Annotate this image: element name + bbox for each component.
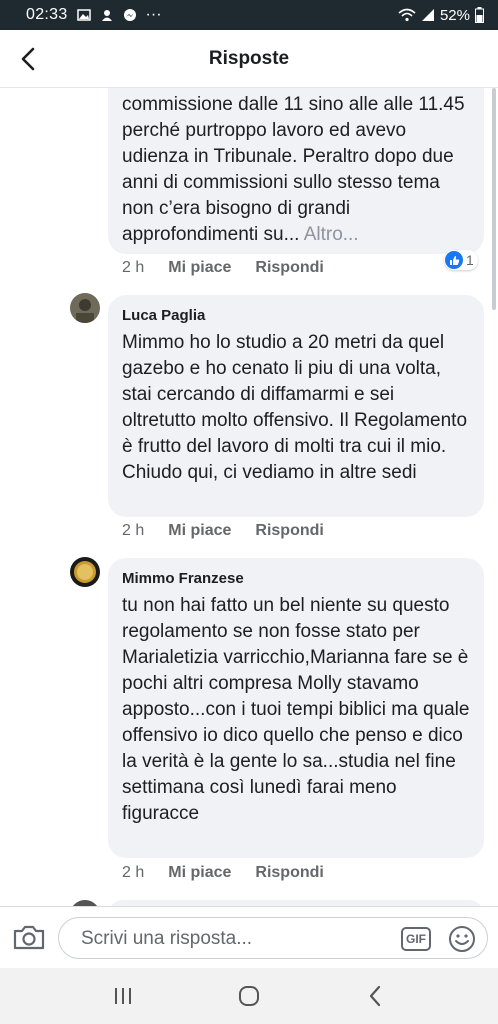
system-back-button[interactable]	[355, 976, 395, 1016]
wifi-icon	[398, 8, 416, 22]
like-button[interactable]: Mi piace	[168, 522, 231, 540]
reply-button[interactable]: Rispondi	[255, 864, 323, 882]
reaction-count: 1	[466, 252, 474, 268]
reaction-badge[interactable]: 1	[444, 250, 478, 270]
header: Risposte	[0, 30, 498, 88]
back-button[interactable]	[14, 44, 42, 74]
battery-icon	[475, 7, 484, 23]
recent-apps-icon	[115, 988, 131, 1004]
comment-time: 2 h	[122, 864, 145, 881]
comment-actions: 2 h Mi piace Rispondi	[122, 864, 324, 882]
home-button[interactable]	[229, 976, 269, 1016]
comment-time: 2 h	[122, 522, 145, 539]
system-back-icon	[369, 985, 381, 1007]
gif-button[interactable]: GIF	[401, 927, 431, 951]
comment-actions: 2 h Mi piace Rispondi	[122, 522, 324, 540]
home-icon	[239, 986, 259, 1006]
notification-icon	[101, 10, 112, 21]
comment-bubble: Luca Paglia Mimmo ho lo studio a 20 metr…	[108, 295, 484, 517]
like-reaction-icon	[445, 251, 463, 269]
like-button[interactable]: Mi piace	[168, 259, 231, 277]
camera-button[interactable]	[12, 922, 46, 952]
emoji-icon	[449, 926, 475, 952]
comment-text: Mimmo ho lo studio a 20 metri da quel ga…	[122, 332, 468, 483]
replies-list[interactable]: commissione dalle 11 sino alle alle 11.4…	[0, 88, 498, 906]
comment-author[interactable]: Mimmo Franzese	[122, 570, 470, 587]
reply-input-wrapper: GIF	[58, 917, 488, 959]
battery-percent: 52%	[439, 6, 470, 24]
comment-author[interactable]: Luca Paglia	[122, 307, 470, 324]
signal-icon	[421, 9, 434, 21]
gif-label: GIF	[406, 932, 426, 946]
messenger-icon	[123, 9, 136, 21]
comment-text: tu non hai fatto un bel niente su questo…	[122, 595, 470, 824]
avatar[interactable]	[70, 557, 100, 587]
emoji-button[interactable]	[447, 924, 477, 954]
avatar[interactable]	[70, 293, 100, 323]
comment-bubble: commissione dalle 11 sino alle alle 11.4…	[108, 88, 484, 254]
status-time: 02:33	[26, 6, 68, 23]
status-bar: 02:33 ··· 52%	[0, 0, 498, 30]
scrollbar[interactable]	[492, 88, 496, 310]
gallery-icon	[76, 9, 91, 21]
more-notifications-icon: ···	[145, 6, 162, 23]
camera-icon	[13, 925, 45, 950]
recent-apps-button[interactable]	[103, 976, 143, 1016]
reply-button[interactable]: Rispondi	[255, 522, 323, 540]
comment-text: commissione dalle 11 sino alle alle 11.4…	[122, 94, 465, 245]
reply-composer: GIF	[0, 906, 498, 968]
system-nav-bar	[0, 968, 498, 1024]
comment-bubble: Mimmo Franzese tu non hai fatto un bel n…	[108, 558, 484, 858]
back-arrow-icon	[21, 47, 35, 71]
comment-actions: 2 h Mi piace Rispondi	[122, 259, 324, 277]
page-title: Risposte	[208, 47, 290, 69]
comment-time: 2 h	[122, 259, 145, 276]
reply-button[interactable]: Rispondi	[255, 259, 323, 277]
reply-input[interactable]	[81, 928, 401, 950]
like-button[interactable]: Mi piace	[168, 864, 231, 882]
see-more-link[interactable]: Altro...	[304, 224, 359, 245]
